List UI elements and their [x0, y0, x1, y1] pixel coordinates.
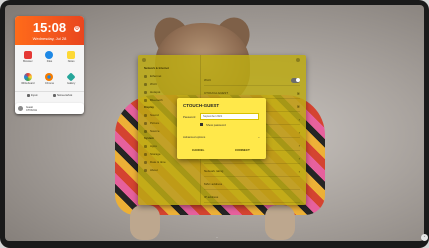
sidebar-item-hotspot[interactable]: Hotspot [138, 88, 200, 96]
bottom-swipe-hint[interactable]: ^ [205, 236, 229, 241]
user-org: CTOUCH [26, 108, 38, 112]
app-grid: Browser Files Notes Whiteboard Chrome Ga… [15, 45, 84, 91]
show-password-checkbox[interactable] [200, 123, 203, 126]
sidebar-item-label: Bluetooth [150, 98, 163, 102]
storage-icon [144, 152, 147, 156]
dialog-title: CTOUCH-GUEST [183, 103, 220, 108]
connect-button[interactable]: CONNECT [235, 148, 250, 152]
row-label: Network rating [204, 169, 224, 173]
app-label: Gallery [67, 82, 76, 85]
sidebar-item-label: Ethernet [150, 74, 162, 78]
row-label: CTOUCH-GUEST [204, 91, 229, 95]
quick-action-label: Input [30, 93, 38, 97]
user-info: Guest CTOUCH [26, 106, 37, 112]
sidebar-item-datetime[interactable]: Date & time [138, 158, 200, 166]
notes-icon [67, 51, 76, 59]
clock-icon [144, 160, 147, 164]
picture-icon [144, 121, 147, 125]
row-label: Wi-Fi [204, 78, 211, 82]
bluetooth-icon [144, 98, 147, 102]
mac-address-row: MAC address [204, 179, 300, 190]
source-icon [144, 129, 147, 133]
wifi-signal-icon: ≋ [296, 90, 300, 96]
hotspot-icon [144, 90, 147, 94]
app-tile-whiteboard[interactable]: Whiteboard [17, 71, 39, 91]
password-label: Password [183, 115, 196, 119]
wifi-toggle-row[interactable]: Wi-Fi [204, 75, 300, 86]
chrome-icon [45, 73, 54, 81]
clock-widget: 15:08 Wednesday, Jul 28 ⚙ [15, 16, 84, 45]
sidebar-item-label: Apps [150, 144, 157, 148]
chevron-right-icon: › [298, 155, 300, 161]
row-label: MAC address [204, 182, 223, 186]
sidebar-item-label: Picture [150, 121, 160, 125]
sidebar-section-network: Network & Internet [144, 66, 169, 70]
avatar [18, 106, 23, 111]
network-rating-row[interactable]: Network rating › [204, 166, 300, 177]
whiteboard-icon [23, 73, 32, 81]
advanced-options-label: Advanced options [183, 135, 206, 139]
user-card[interactable]: Guest CTOUCH [15, 103, 84, 114]
apps-icon [144, 144, 147, 148]
clock-time: 15:08 [32, 20, 67, 35]
chevron-right-icon: › [298, 142, 300, 148]
wallpaper-dog-leg-left [130, 205, 160, 240]
ethernet-icon [144, 74, 147, 78]
wifi-toggle[interactable] [291, 77, 300, 83]
clock-date: Wednesday, Jul 28 [32, 36, 67, 41]
display-bezel: 15:08 Wednesday, Jul 28 ⚙ Browser Files … [0, 0, 429, 248]
close-icon[interactable] [296, 58, 300, 62]
info-icon [144, 168, 147, 172]
quick-action-input[interactable]: Input [26, 93, 38, 97]
app-tile-browser[interactable]: Browser [17, 49, 39, 69]
input-icon [26, 93, 30, 97]
sidebar-item-label: Sound [150, 113, 159, 117]
advanced-options-toggle[interactable]: Advanced options ⌄ [183, 134, 260, 140]
app-tile-gallery[interactable]: Gallery [60, 71, 82, 91]
ip-address-row: IP address [204, 192, 300, 203]
chevron-right-icon: › [298, 116, 300, 122]
home-widget: 15:08 Wednesday, Jul 28 ⚙ Browser Files … [15, 16, 84, 114]
browser-icon [23, 51, 32, 59]
quick-action-label: Screenshot [57, 93, 73, 97]
sidebar-item-label: Date & time [150, 160, 166, 164]
app-tile-chrome[interactable]: Chrome [39, 71, 61, 91]
sidebar-item-ethernet[interactable]: Ethernet [138, 72, 200, 80]
show-password-label: Show password [206, 123, 226, 127]
gallery-icon [66, 72, 76, 82]
sidebar-item-label: Hotspot [150, 90, 161, 94]
chevron-down-icon: ⌄ [257, 135, 260, 139]
wifi-connect-dialog: CTOUCH-GUEST Password September 2021 Sho… [177, 98, 266, 159]
app-tile-notes[interactable]: Notes [60, 49, 82, 69]
cancel-button[interactable]: CANCEL [192, 148, 205, 152]
navigation-toggle-icon[interactable]: ◦ [421, 234, 428, 241]
app-tile-files[interactable]: Files [39, 49, 61, 69]
wallpaper-dog-leg-right [265, 205, 295, 240]
chevron-right-icon: › [298, 168, 300, 174]
app-label: Files [46, 60, 53, 63]
sidebar-item-label: Wi-Fi [150, 82, 157, 86]
password-field[interactable]: September 2021 [200, 113, 259, 120]
sidebar-item-wifi[interactable]: Wi-Fi [138, 80, 200, 88]
sidebar-item-about[interactable]: About [138, 166, 200, 174]
app-label: Notes [67, 60, 75, 63]
row-label: IP address [204, 195, 219, 199]
sidebar-item-label: Source [150, 129, 160, 133]
chevron-right-icon: › [298, 129, 300, 135]
quick-actions: Input Screenshot [15, 91, 84, 98]
wifi-signal-icon: ≋ [296, 103, 300, 109]
wifi-icon [144, 82, 147, 86]
app-label: Whiteboard [21, 82, 35, 85]
gear-icon[interactable]: ⚙ [74, 26, 80, 32]
app-label: Chrome [44, 82, 55, 85]
sidebar-item-label: Storage [150, 152, 161, 156]
quick-action-screenshot[interactable]: Screenshot [53, 93, 72, 97]
sound-icon [144, 113, 147, 117]
screenshot-icon [53, 93, 57, 97]
app-label: Browser [23, 60, 33, 63]
files-icon [45, 51, 54, 59]
sidebar-item-label: About [150, 168, 158, 172]
